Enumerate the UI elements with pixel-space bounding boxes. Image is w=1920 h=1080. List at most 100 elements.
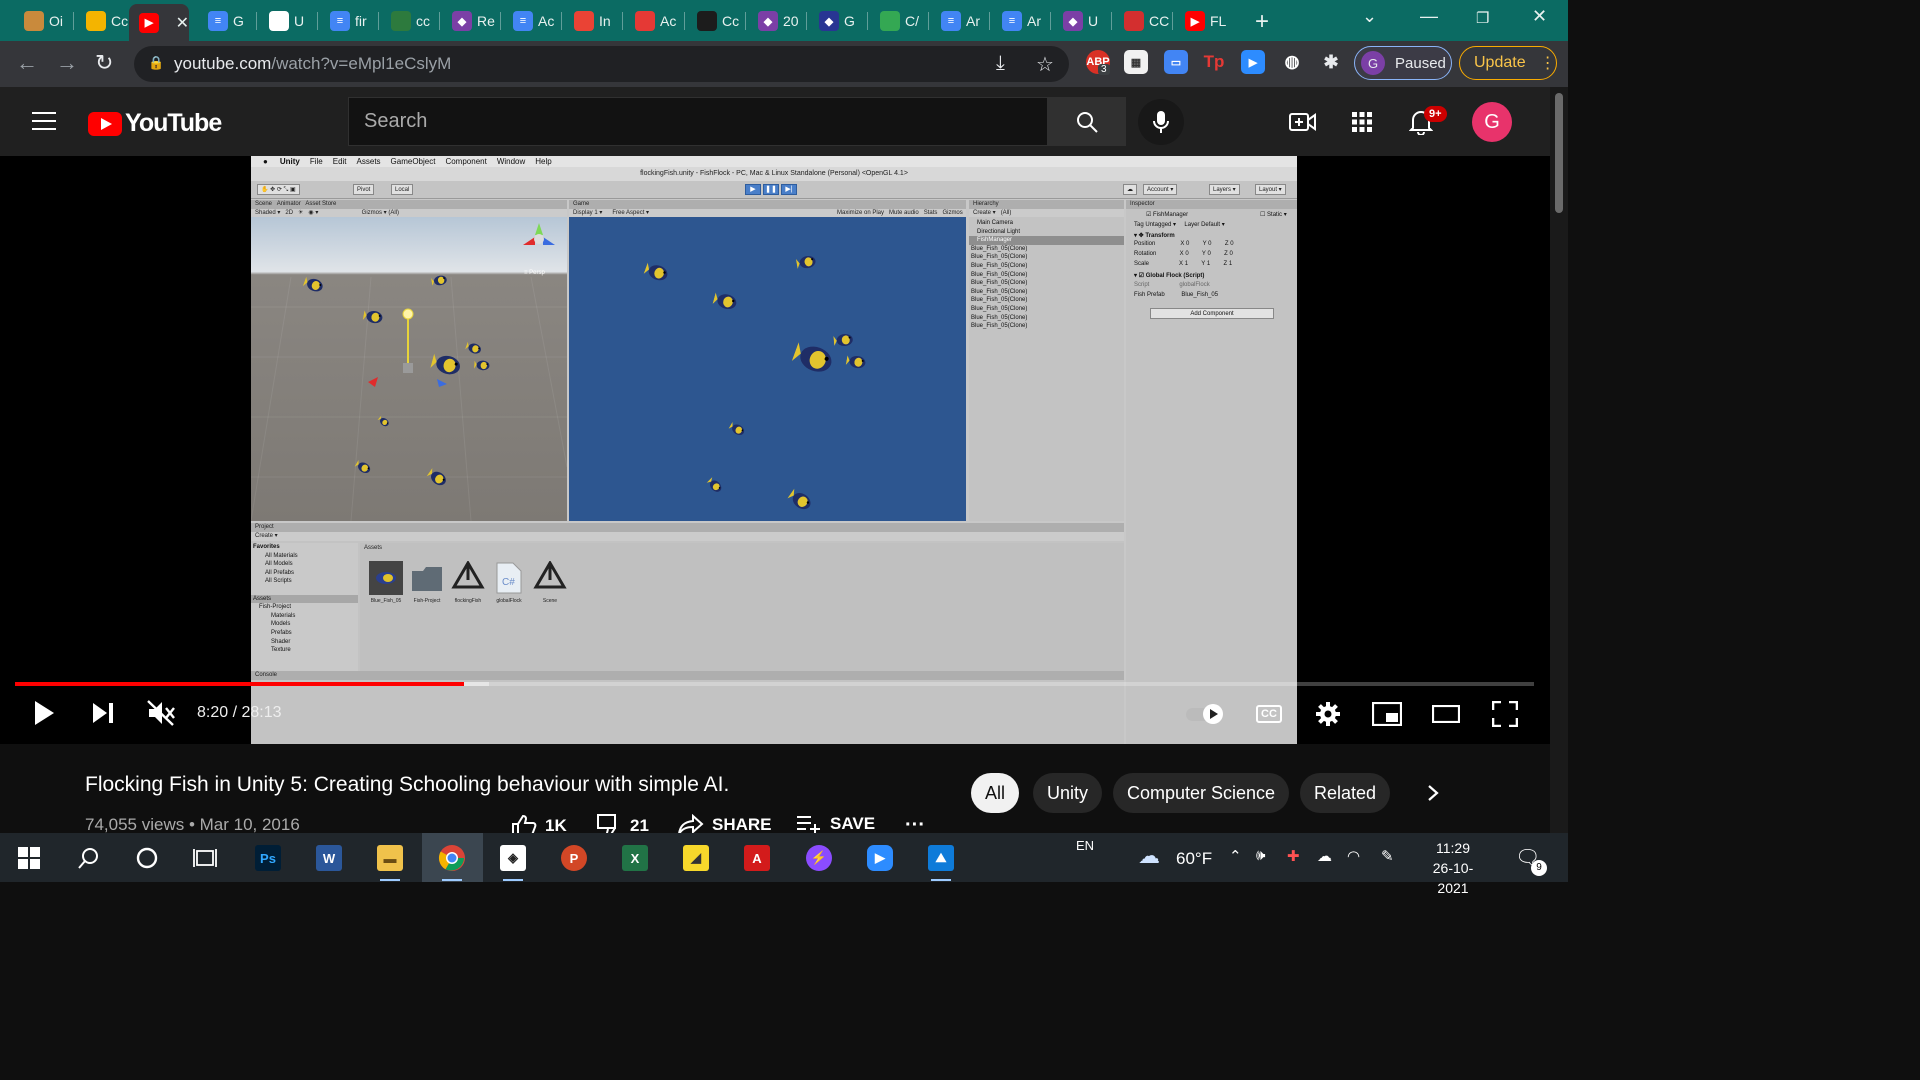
chips-next-icon[interactable] bbox=[1420, 780, 1446, 806]
extensions-puzzle-icon[interactable]: ✱ bbox=[1319, 50, 1343, 74]
minimize-icon[interactable]: — bbox=[1420, 6, 1438, 27]
weather-temperature[interactable]: 60°F bbox=[1176, 849, 1212, 869]
onedrive-icon[interactable]: ☁ bbox=[1317, 847, 1332, 865]
screen-extension-icon[interactable]: ▭ bbox=[1164, 50, 1188, 74]
guide-menu-icon[interactable] bbox=[32, 112, 56, 130]
colorpick-extension-icon[interactable]: ▦ bbox=[1124, 50, 1148, 74]
close-window-icon[interactable]: ✕ bbox=[1532, 6, 1547, 27]
tab-search-icon[interactable]: ⌄ bbox=[1362, 6, 1377, 27]
browser-tab[interactable]: ◆ U bbox=[1053, 8, 1108, 34]
search-box[interactable] bbox=[348, 97, 1048, 146]
browser-tab[interactable]: C/ bbox=[870, 8, 925, 34]
restore-icon[interactable]: ❐ bbox=[1476, 9, 1489, 27]
wifi-icon[interactable]: ◠ bbox=[1347, 847, 1360, 865]
taskbar-chrome[interactable] bbox=[434, 840, 470, 881]
voice-search-button[interactable] bbox=[1138, 99, 1184, 145]
tray-chevron-icon[interactable]: ⌃ bbox=[1229, 847, 1242, 865]
fullscreen-button[interactable] bbox=[1489, 699, 1521, 729]
taskbar-clock[interactable]: 11:29 26-10-2021 bbox=[1418, 838, 1488, 898]
browser-tab[interactable]: U bbox=[259, 8, 314, 34]
taskbar-file-explorer[interactable]: ▬ bbox=[372, 840, 408, 881]
taskbar-search-button[interactable] bbox=[71, 840, 107, 876]
task-view-button[interactable] bbox=[187, 840, 223, 876]
browser-tab[interactable]: Cc bbox=[76, 8, 131, 34]
browser-tab[interactable]: CC bbox=[1114, 8, 1169, 34]
mute-button[interactable] bbox=[145, 698, 177, 728]
youtube-logo[interactable]: YouTube bbox=[88, 109, 222, 138]
bookmark-star-icon[interactable]: ☆ bbox=[1036, 52, 1054, 77]
address-bar[interactable]: 🔒 youtube.com/watch?v=eMpl1eCslyM ⤓ ☆ bbox=[134, 46, 1069, 82]
weather-cloud-icon[interactable]: ☁ bbox=[1138, 843, 1160, 869]
settings-button[interactable] bbox=[1313, 699, 1343, 729]
taskbar-unity[interactable]: ◈ bbox=[495, 840, 531, 881]
filter-chip[interactable]: Related bbox=[1300, 773, 1391, 813]
scrollbar-thumb[interactable] bbox=[1555, 93, 1563, 213]
browser-tab[interactable]: ◆ Re bbox=[442, 8, 497, 34]
lock-icon[interactable]: 🔒 bbox=[148, 55, 164, 71]
browser-tab[interactable]: ◆ G bbox=[809, 8, 864, 34]
cortana-button[interactable] bbox=[129, 840, 165, 876]
page-scrollbar[interactable] bbox=[1550, 87, 1568, 833]
save-button[interactable]: SAVE bbox=[796, 814, 875, 834]
browser-tab[interactable]: ▶ ✕ bbox=[129, 4, 189, 41]
browser-tab[interactable]: ≡ Ar bbox=[992, 8, 1047, 34]
browser-tab[interactable]: Ac bbox=[625, 8, 680, 34]
account-avatar[interactable]: G bbox=[1472, 102, 1512, 142]
unity-toolbar: ✋ ✥ ⟳ ⤡ ▣ Pivot Local ▶ ❚❚ ▶| ☁ Account … bbox=[251, 181, 1297, 199]
taskbar-messenger[interactable]: ⚡ bbox=[801, 840, 837, 876]
browser-tab[interactable]: ▶ FL bbox=[1175, 8, 1230, 34]
captions-button[interactable]: CC bbox=[1253, 702, 1285, 726]
taskbar-word[interactable]: W bbox=[311, 840, 347, 876]
search-input[interactable] bbox=[349, 98, 1047, 145]
browser-tab[interactable]: ≡ fir bbox=[320, 8, 375, 34]
tp-extension-icon[interactable]: Tp bbox=[1202, 50, 1226, 74]
browser-tab[interactable]: ≡ G bbox=[198, 8, 253, 34]
taskbar-powerpoint[interactable]: P bbox=[556, 840, 592, 876]
create-video-icon[interactable] bbox=[1288, 107, 1318, 137]
browser-tab[interactable]: ≡ Ar bbox=[931, 8, 986, 34]
unity-layout-dropdown: Layout ▾ bbox=[1255, 184, 1286, 195]
next-button[interactable] bbox=[89, 698, 117, 728]
play-button[interactable] bbox=[30, 698, 58, 728]
taskbar-excel[interactable]: X bbox=[617, 840, 653, 876]
more-menu-icon[interactable]: ⋮ bbox=[1540, 53, 1556, 73]
browser-tab[interactable]: Oi bbox=[14, 8, 69, 34]
browser-tab[interactable]: ◆ 20 bbox=[748, 8, 803, 34]
new-tab-button[interactable]: + bbox=[1255, 8, 1269, 36]
profile-paused-button[interactable]: G Paused bbox=[1354, 46, 1452, 80]
video-frame[interactable]: ● Unity File Edit Assets GameObject Component… bbox=[251, 156, 1297, 744]
taskbar-sticky-notes[interactable]: ◢ bbox=[678, 840, 714, 876]
apps-grid-icon[interactable] bbox=[1347, 107, 1377, 137]
pen-icon[interactable]: ✎ bbox=[1381, 847, 1394, 865]
close-tab-icon[interactable]: ✕ bbox=[176, 13, 189, 33]
filter-chip[interactable]: Computer Science bbox=[1113, 773, 1290, 813]
autoplay-toggle[interactable] bbox=[1186, 704, 1228, 724]
taskbar-acrobat[interactable]: A bbox=[739, 840, 775, 876]
taskbar-photoshop[interactable]: Ps bbox=[250, 840, 286, 876]
unity-menu-item: Help bbox=[535, 157, 552, 166]
back-icon[interactable]: ← bbox=[16, 50, 38, 76]
language-indicator[interactable]: EN bbox=[1076, 838, 1094, 853]
tray-app-icon[interactable]: ✚ bbox=[1287, 847, 1300, 865]
forward-icon[interactable]: → bbox=[56, 50, 78, 76]
taskbar-zoom[interactable]: ▶ bbox=[862, 840, 898, 876]
search-button[interactable] bbox=[1048, 97, 1126, 146]
volume-icon[interactable]: 🕪 bbox=[1256, 847, 1265, 864]
taskbar-photos[interactable]: ⛰ bbox=[923, 840, 959, 881]
video-player[interactable]: ● Unity File Edit Assets GameObject Component… bbox=[0, 156, 1550, 744]
browser-tab[interactable]: cc bbox=[381, 8, 436, 34]
start-button[interactable] bbox=[11, 840, 47, 876]
filter-chip[interactable]: Unity bbox=[1033, 773, 1103, 813]
update-button[interactable]: Update ⋮ bbox=[1459, 46, 1557, 80]
browser-tab[interactable]: Cc bbox=[687, 8, 742, 34]
browser-tab[interactable]: ≡ Ac bbox=[503, 8, 558, 34]
browser-tab[interactable]: In bbox=[564, 8, 619, 34]
reload-icon[interactable]: ↻ bbox=[95, 50, 113, 76]
miniplayer-button[interactable] bbox=[1371, 699, 1403, 729]
zoom-extension-icon[interactable]: ▶ bbox=[1241, 50, 1265, 74]
search-extension-icon[interactable]: ◍ bbox=[1280, 50, 1304, 74]
progress-bar[interactable] bbox=[15, 682, 1534, 686]
theater-mode-button[interactable] bbox=[1430, 699, 1462, 729]
filter-chip[interactable]: All bbox=[971, 773, 1020, 813]
install-app-icon[interactable]: ⤓ bbox=[996, 52, 1005, 75]
